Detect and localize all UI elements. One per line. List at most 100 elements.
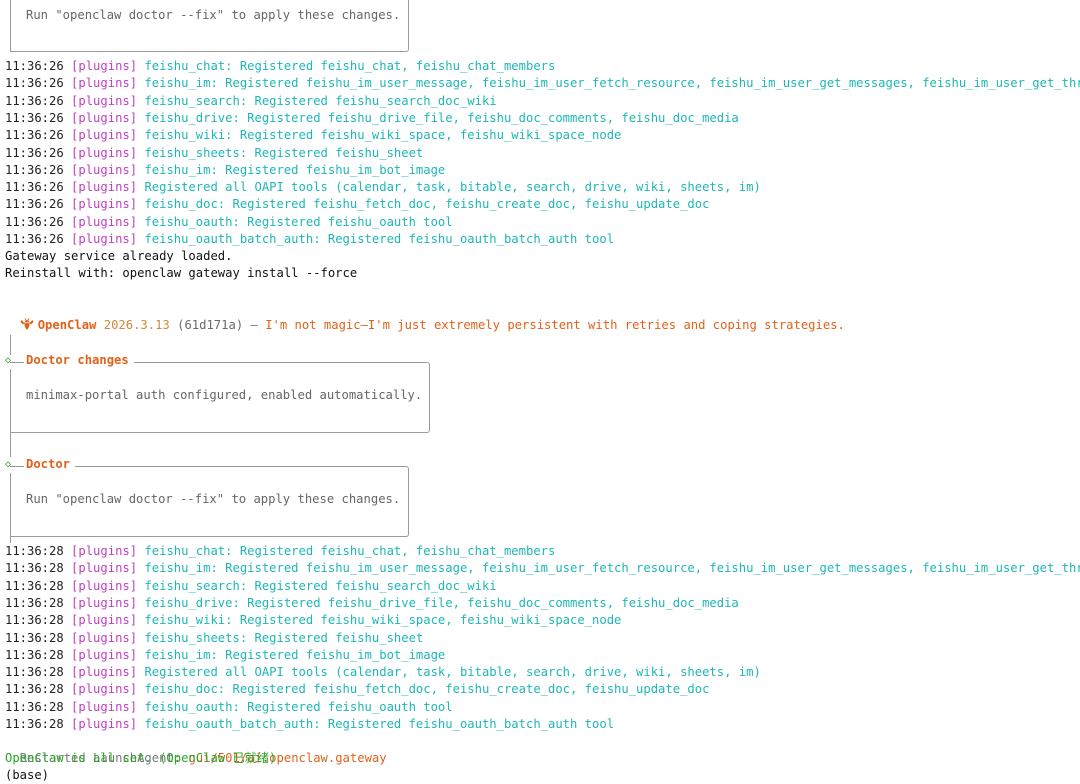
log-timestamp: 11:36:28 [5,717,64,731]
all-set-line: OpenClaw is all set. (OpenClaw 已就绪) [5,751,277,765]
banner-version: 2026.3.13 [103,318,170,332]
shell-prompt[interactable]: (base) [5,767,49,784]
log-timestamp: 11:36:26 [5,59,64,73]
log-line: 11:36:28 [plugins] feishu_sheets: Regist… [5,630,423,647]
log-line: 11:36:28 [plugins] feishu_search: Regist… [5,578,497,595]
lobster-icon [20,318,34,330]
log-message: feishu_drive: Registered feishu_drive_fi… [144,595,739,610]
banner-commit: (61d171a) [177,318,244,332]
log-plugins-tag: [plugins] [71,145,138,160]
log-message: Registered all OAPI tools (calendar, tas… [144,180,761,195]
log-timestamp: 11:36:26 [5,162,64,177]
log-plugins-tag: [plugins] [71,544,138,558]
log-plugins-tag: [plugins] [71,110,138,125]
log-plugins-tag: [plugins] [71,682,138,697]
doctor-changes-title: Doctor changes [24,352,134,369]
log-line: 11:36:28 [plugins] feishu_im: Registered… [5,560,1080,577]
log-plugins-tag: [plugins] [71,76,138,91]
log-timestamp: 11:36:28 [5,665,64,680]
log-timestamp: 11:36:28 [5,578,64,593]
log-line: 11:36:28 [plugins] feishu_im: Registered… [5,647,445,664]
log-timestamp: 11:36:26 [5,197,64,212]
log-line: 11:36:28 [plugins] feishu_drive: Registe… [5,595,739,612]
log-message: feishu_search: Registered feishu_search_… [144,578,497,593]
log-timestamp: 11:36:26 [5,128,64,143]
log-line: 11:36:28 [plugins] Registered all OAPI t… [5,664,761,681]
log-message: feishu_oauth: Registered feishu_oauth to… [144,214,453,229]
log-timestamp: 11:36:26 [5,110,64,125]
log-line: 11:36:26 [plugins] feishu_search: Regist… [5,93,497,110]
log-timestamp: 11:36:28 [5,647,64,662]
log-plugins-tag: [plugins] [71,180,138,195]
log-message: feishu_doc: Registered feishu_fetch_doc,… [144,197,710,212]
log-line: 11:36:26 [plugins] feishu_oauth: Registe… [5,214,453,231]
log-timestamp: 11:36:28 [5,613,64,628]
banner-app-name: OpenClaw [37,318,97,332]
log-message: feishu_doc: Registered feishu_fetch_doc,… [144,682,710,697]
doctor-text: Run "openclaw doctor --fix" to apply the… [26,492,401,506]
log-line: 11:36:28 [plugins] feishu_chat: Register… [5,543,555,560]
log-plugins-tag: [plugins] [71,717,138,731]
log-line: 11:36:26 [plugins] feishu_sheets: Regist… [5,145,423,162]
log-plugins-tag: [plugins] [71,699,138,714]
log-line: 11:36:26 [plugins] feishu_doc: Registere… [5,196,709,213]
log-line: 11:36:26 [plugins] Registered all OAPI t… [5,179,761,196]
log-plugins-tag: [plugins] [71,595,138,610]
log-message: feishu_wiki: Registered feishu_wiki_spac… [144,128,622,143]
log-line: 11:36:28 [plugins] feishu_doc: Registere… [5,681,709,698]
log-message: feishu_wiki: Registered feishu_wiki_spac… [144,613,622,628]
log-line: 11:36:26 [plugins] feishu_wiki: Register… [5,127,621,144]
log-message: feishu_search: Registered feishu_search_… [144,93,497,108]
log-plugins-tag: [plugins] [71,93,138,108]
log-timestamp: 11:36:28 [5,561,64,576]
banner-tagline: I'm not magic—I'm just extremely persist… [265,318,845,332]
log-message: feishu_chat: Registered feishu_chat, fei… [144,59,556,73]
log-plugins-tag: [plugins] [71,197,138,212]
log-plugins-tag: [plugins] [71,630,138,645]
log-plugins-tag: [plugins] [71,128,138,143]
log-timestamp: 11:36:26 [5,93,64,108]
log-plugins-tag: [plugins] [71,613,138,628]
log-timestamp: 11:36:28 [5,699,64,714]
log-message: feishu_im: Registered feishu_im_bot_imag… [144,162,446,177]
log-timestamp: 11:36:26 [5,180,64,195]
log-plugins-tag: [plugins] [71,665,138,680]
log-message: feishu_im: Registered feishu_im_bot_imag… [144,647,446,662]
log-line: 11:36:26 [plugins] feishu_chat: Register… [5,58,555,75]
log-plugins-tag: [plugins] [71,162,138,177]
log-timestamp: 11:36:28 [5,682,64,697]
log-message: feishu_oauth: Registered feishu_oauth to… [144,699,453,714]
log-timestamp: 11:36:28 [5,630,64,645]
log-plugins-tag: [plugins] [71,214,138,229]
top-doctor-box-text: Run "openclaw doctor --fix" to apply the… [26,8,401,22]
log-message: feishu_sheets: Registered feishu_sheet [144,630,424,645]
doctor-changes-text: minimax-portal auth configured, enabled … [26,388,423,402]
log-message: feishu_im: Registered feishu_im_user_mes… [144,561,1080,576]
doctor-title: Doctor [24,456,76,473]
log-line: 11:36:28 [plugins] feishu_wiki: Register… [5,612,621,629]
log-line: 11:36:26 [plugins] feishu_drive: Registe… [5,110,739,127]
log-timestamp: 11:36:28 [5,544,64,558]
restarted-line: Restarted LaunchAgent: gui/501/ai.opencl… [5,733,387,765]
log-message: feishu_oauth_batch_auth: Registered feis… [144,232,615,246]
log-plugins-tag: [plugins] [71,561,138,576]
log-plugins-tag: [plugins] [71,232,138,246]
rail-segment-1 [10,335,11,355]
banner-dash: — [250,318,258,332]
log-line: 11:36:26 [plugins] feishu_oauth_batch_au… [5,231,614,248]
log-line: 11:36:28 [plugins] feishu_oauth: Registe… [5,699,453,716]
log-plugins-tag: [plugins] [71,647,138,662]
log-timestamp: 11:36:28 [5,595,64,610]
log-message: Registered all OAPI tools (calendar, tas… [144,665,761,680]
log-message: feishu_oauth_batch_auth: Registered feis… [144,717,615,731]
log-timestamp: 11:36:26 [5,145,64,160]
log-message: feishu_sheets: Registered feishu_sheet [144,145,424,160]
log-line: 11:36:28 [plugins] feishu_oauth_batch_au… [5,716,614,733]
gateway-loaded-line: Gateway service already loaded. [5,249,233,263]
log-timestamp: 11:36:26 [5,232,64,246]
log-timestamp: 11:36:26 [5,214,64,229]
log-timestamp: 11:36:26 [5,76,64,91]
openclaw-banner: OpenClaw 2026.3.13 (61d171a) — I'm not m… [5,300,845,332]
log-line: 11:36:26 [plugins] feishu_im: Registered… [5,162,445,179]
log-plugins-tag: [plugins] [71,59,138,73]
